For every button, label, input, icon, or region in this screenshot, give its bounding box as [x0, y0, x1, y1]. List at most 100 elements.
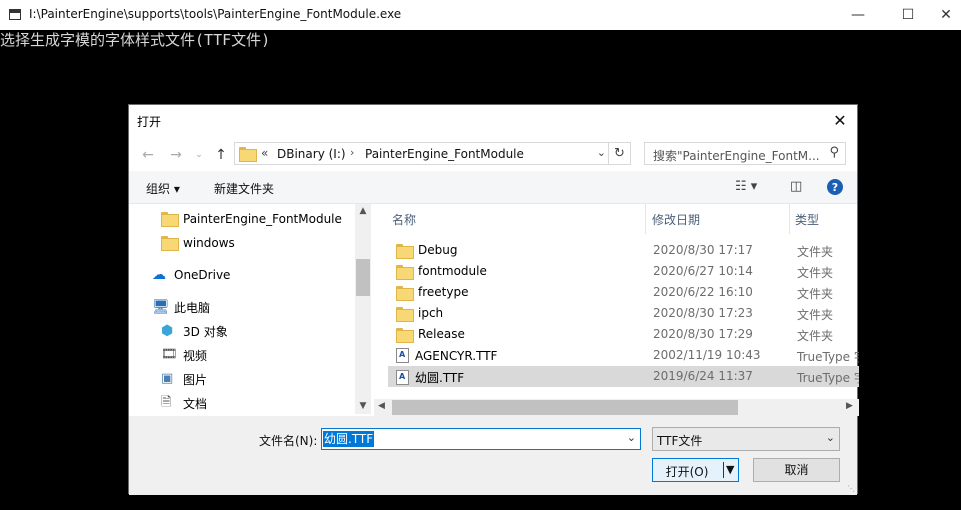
navigation-pane-scrollbar[interactable]: ▲ ▼: [355, 204, 371, 414]
refresh-icon[interactable]: ↻: [608, 143, 630, 164]
dialog-titlebar: 打开 ✕: [129, 105, 857, 135]
nav-item-label: 文档: [183, 396, 208, 411]
file-name-cell: Debug: [396, 243, 457, 259]
file-list-horizontal-scrollbar[interactable]: ◀ ▶: [374, 399, 859, 416]
recent-locations-chevron-icon[interactable]: ⌄: [189, 145, 209, 165]
file-date-cell: 2020/6/27 10:14: [653, 264, 753, 278]
console-output: 选择生成字模的字体样式文件(TTF文件): [0, 31, 271, 49]
column-header-label: 名称: [392, 212, 417, 227]
cloud-icon: ☁: [152, 267, 166, 283]
file-name-label: freetype: [418, 285, 469, 299]
folder-icon: [239, 147, 257, 162]
view-options-icon[interactable]: ☷ ▾: [735, 179, 757, 194]
open-file-dialog: 打开 ✕ ← → ⌄ ↑ « DBinary (I:) › PainterEng…: [128, 104, 859, 495]
dialog-bottom-panel: 文件名(N): 幼圆.TTF ⌄ TTF文件 ⌄ 打开(O) ▼ 取消 ⋱: [129, 416, 857, 495]
file-row[interactable]: Debug 2020/8/30 17:17 文件夹: [388, 240, 859, 261]
search-box[interactable]: 搜索"PainterEngine_FontM... ⚲: [644, 142, 846, 165]
scroll-up-icon[interactable]: ▲: [355, 206, 371, 216]
folder-icon: [396, 264, 414, 280]
scrollbar-thumb[interactable]: [392, 400, 738, 415]
forward-arrow-icon[interactable]: →: [166, 145, 186, 165]
scroll-right-icon[interactable]: ▶: [846, 401, 853, 411]
maximize-icon[interactable]: ☐: [885, 0, 931, 30]
video-icon: 🎞: [161, 347, 178, 362]
search-placeholder: 搜索"PainterEngine_FontM...: [653, 149, 820, 163]
file-row[interactable]: fontmodule 2020/6/27 10:14 文件夹: [388, 261, 859, 282]
scrollbar-thumb[interactable]: [356, 259, 370, 296]
file-name-cell: ipch: [396, 306, 444, 322]
filename-input[interactable]: 幼圆.TTF ⌄: [321, 428, 641, 450]
back-arrow-icon[interactable]: ←: [138, 145, 158, 165]
breadcrumb-separator-icon[interactable]: ›: [350, 146, 354, 159]
organize-button[interactable]: 组织 ▾: [146, 180, 180, 197]
file-type-cell: 文件夹: [797, 308, 834, 322]
resize-grip-icon[interactable]: ⋱: [847, 484, 855, 493]
file-row[interactable]: AGENCYR.TTF 2002/11/19 10:43 TrueType 字: [388, 345, 859, 366]
close-icon[interactable]: ✕: [931, 0, 961, 30]
scroll-down-icon[interactable]: ▼: [355, 401, 371, 411]
nav-item-label: 3D 对象: [183, 324, 228, 339]
file-type-dropdown-icon[interactable]: ⌄: [826, 431, 835, 444]
scroll-left-icon[interactable]: ◀: [378, 401, 385, 411]
nav-item-painterengine-fontmodule[interactable]: PainterEngine_FontModule: [161, 208, 342, 230]
folder-icon: [161, 212, 179, 227]
column-header-label: 修改日期: [652, 212, 701, 227]
overflow-chevron-icon[interactable]: «: [261, 146, 268, 160]
dialog-close-icon[interactable]: ✕: [823, 105, 857, 135]
file-type-cell: TrueType 字: [797, 350, 859, 364]
console-titlebar: I:\PainterEngine\supports\tools\PainterE…: [0, 0, 961, 30]
column-header-date[interactable]: 修改日期: [648, 206, 788, 232]
up-arrow-icon[interactable]: ↑: [211, 145, 231, 165]
breadcrumb-drive[interactable]: DBinary (I:): [277, 147, 346, 161]
nav-item-videos[interactable]: 🎞 视频: [161, 344, 207, 366]
nav-item-label: OneDrive: [174, 268, 231, 282]
file-type-cell: 文件夹: [797, 266, 834, 280]
filename-value[interactable]: 幼圆.TTF: [323, 431, 375, 447]
search-icon[interactable]: ⚲: [829, 145, 839, 160]
preview-pane-icon[interactable]: ◫: [790, 179, 802, 194]
nav-item-3d-objects[interactable]: ⬢ 3D 对象: [161, 320, 228, 342]
filename-dropdown-icon[interactable]: ⌄: [627, 431, 636, 444]
column-header-name[interactable]: 名称: [388, 206, 645, 232]
file-name-cell: freetype: [396, 285, 469, 301]
file-type-value: TTF文件: [657, 434, 703, 448]
folder-icon: [396, 243, 414, 259]
file-row[interactable]: Release 2020/8/30 17:29 文件夹: [388, 324, 859, 345]
file-name-label: 幼圆.TTF: [415, 371, 465, 385]
nav-item-label: 此电脑: [174, 300, 211, 315]
folder-icon: [161, 236, 179, 251]
file-type-select[interactable]: TTF文件 ⌄: [652, 427, 840, 451]
file-row[interactable]: freetype 2020/6/22 16:10 文件夹: [388, 282, 859, 303]
help-icon[interactable]: ?: [827, 179, 843, 195]
file-name-label: fontmodule: [418, 264, 487, 278]
file-row[interactable]: ipch 2020/8/30 17:23 文件夹: [388, 303, 859, 324]
nav-item-documents[interactable]: 🗎 文档: [161, 392, 207, 414]
truetype-font-icon: [396, 370, 409, 385]
file-row[interactable]: 幼圆.TTF 2019/6/24 11:37 TrueType 字: [388, 366, 859, 387]
minimize-icon[interactable]: —: [835, 0, 881, 30]
column-divider[interactable]: [789, 204, 790, 234]
file-date-cell: 2019/6/24 11:37: [653, 369, 753, 383]
new-folder-button[interactable]: 新建文件夹: [214, 180, 274, 197]
file-type-cell: 文件夹: [797, 329, 834, 343]
open-button[interactable]: 打开(O) ▼: [652, 458, 739, 482]
command-toolbar: 组织 ▾ 新建文件夹 ☷ ▾ ◫ ?: [129, 171, 857, 204]
cancel-button[interactable]: 取消: [753, 458, 840, 482]
open-options-dropdown-icon[interactable]: ▼: [726, 463, 734, 476]
file-date-cell: 2002/11/19 10:43: [653, 348, 761, 362]
column-divider[interactable]: [645, 204, 646, 234]
truetype-font-icon: [396, 348, 409, 363]
nav-item-label: 视频: [183, 348, 208, 363]
breadcrumb-folder[interactable]: PainterEngine_FontModule: [365, 147, 524, 161]
file-date-cell: 2020/8/30 17:29: [653, 327, 753, 341]
file-date-cell: 2020/6/22 16:10: [653, 285, 753, 299]
nav-item-onedrive[interactable]: ☁ OneDrive: [152, 264, 230, 286]
nav-item-this-pc[interactable]: 🖥 此电脑: [152, 296, 210, 318]
file-name-label: ipch: [418, 306, 444, 320]
address-dropdown-icon[interactable]: ⌄: [597, 146, 606, 159]
column-header-type[interactable]: 类型: [791, 206, 859, 232]
picture-icon: ▣: [161, 371, 174, 386]
nav-item-pictures[interactable]: ▣ 图片: [161, 368, 207, 390]
address-bar[interactable]: « DBinary (I:) › PainterEngine_FontModul…: [234, 142, 631, 165]
nav-item-windows[interactable]: windows: [161, 232, 235, 254]
